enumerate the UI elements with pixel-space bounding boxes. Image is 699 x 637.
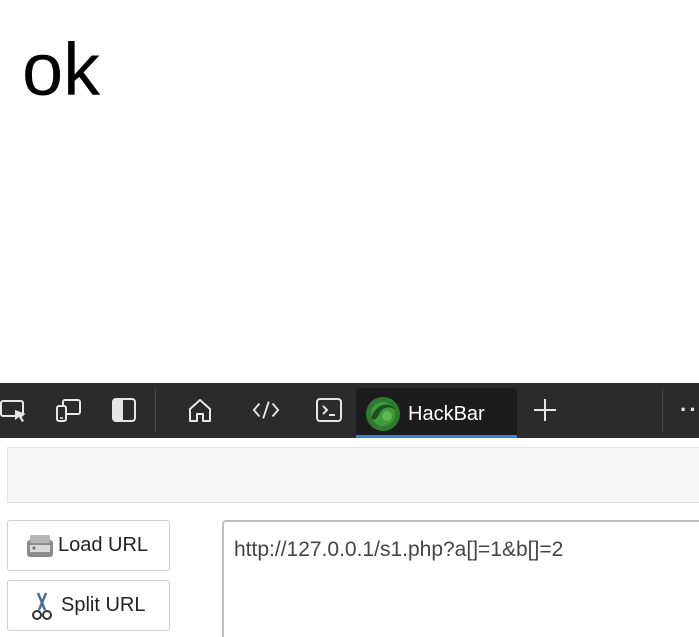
hackbar-menu-strip xyxy=(7,447,699,503)
more-icon[interactable]: ·· xyxy=(680,396,699,424)
url-textarea[interactable]: http://127.0.0.1/s1.php?a[]=1&b[]=2 xyxy=(222,520,699,637)
load-url-icon xyxy=(25,531,55,561)
url-value: http://127.0.0.1/s1.php?a[]=1&b[]=2 xyxy=(234,538,564,561)
toolbar-divider xyxy=(155,389,156,432)
load-url-label: Load URL xyxy=(58,534,149,556)
elements-icon[interactable] xyxy=(252,396,280,424)
more-icon-glyph: ·· xyxy=(680,397,699,422)
devtools-toolbar: HackBar ·· xyxy=(0,383,699,438)
add-tab-icon[interactable] xyxy=(531,396,559,424)
device-emulation-icon[interactable] xyxy=(54,396,82,424)
hackbar-panel: Load URL Split URL http://127.0.0.1/s1.p… xyxy=(0,438,699,637)
split-url-button[interactable]: Split URL xyxy=(7,580,170,631)
tab-hackbar[interactable]: HackBar xyxy=(356,388,517,438)
toolbar-divider xyxy=(662,389,663,432)
scissors-icon xyxy=(27,591,57,621)
page-text: ok xyxy=(22,28,101,111)
inspect-icon[interactable] xyxy=(0,396,28,424)
split-url-label: Split URL xyxy=(61,594,146,616)
hackbar-logo-icon xyxy=(366,397,400,431)
load-url-button[interactable]: Load URL xyxy=(7,520,170,571)
page-content: ok xyxy=(0,0,699,383)
tab-hackbar-label: HackBar xyxy=(408,403,485,425)
console-icon[interactable] xyxy=(315,396,343,424)
dock-sidebar-icon[interactable] xyxy=(110,396,138,424)
home-icon[interactable] xyxy=(186,396,214,424)
